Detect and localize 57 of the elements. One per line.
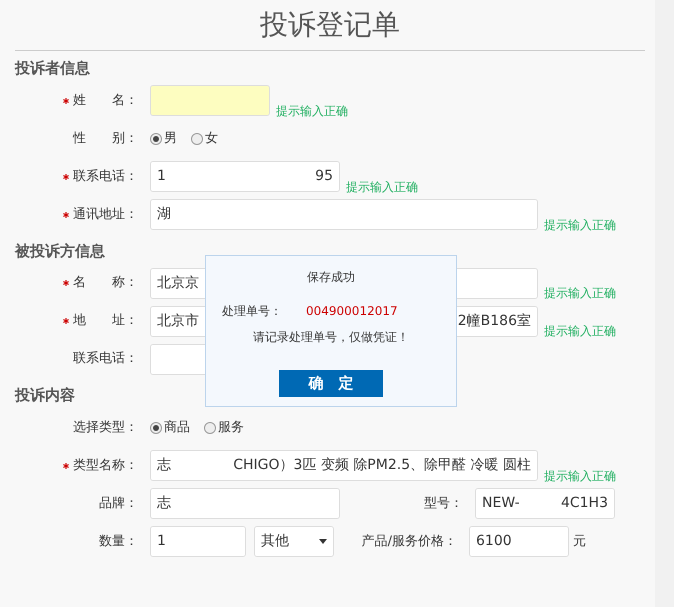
- section-title: 投诉内容: [15, 385, 76, 406]
- select-value: 其他: [261, 532, 289, 551]
- input-field[interactable]: 志: [150, 488, 340, 519]
- select-field[interactable]: 其他: [254, 526, 334, 557]
- dialog-title: 保存成功: [306, 269, 356, 286]
- input-field[interactable]: 1 95: [150, 161, 340, 192]
- field-value: 1: [157, 167, 166, 186]
- radio-option[interactable]: 女: [191, 128, 218, 148]
- input-field[interactable]: 1: [150, 526, 246, 557]
- unit-label: 元: [573, 532, 586, 551]
- field-value: 2幢B186室: [458, 312, 531, 330]
- tracking-number: 004900012017: [306, 303, 398, 320]
- radio-option[interactable]: 服务: [204, 418, 244, 438]
- field-label: 产品/服务价格：: [362, 532, 457, 551]
- field-label: 联系电话：: [73, 168, 138, 186]
- section-title: 投诉者信息: [15, 58, 91, 79]
- dialog-message: 请记录处理单号，仅做凭证！: [252, 329, 410, 346]
- field-label: 数量：: [99, 532, 138, 551]
- radio-option[interactable]: 男: [150, 128, 177, 148]
- hint-text: 提示输入正确: [544, 285, 616, 302]
- input-field[interactable]: 湖: [150, 199, 538, 230]
- field-value: 志: [157, 456, 171, 475]
- field-label: 联系电话：: [73, 350, 138, 368]
- field-value: 湖: [157, 205, 171, 224]
- field-value: 志: [157, 494, 171, 513]
- page-title: 投诉登记单: [15, 0, 645, 51]
- field-label: 型号：: [424, 494, 463, 513]
- input-field[interactable]: 志 CHIGO）3匹 变频 除PM2.5、除甲醛 冷暖 圆柱: [150, 450, 538, 481]
- field-label: 姓 名：: [73, 92, 138, 110]
- field-value: CHIGO）3匹 变频 除PM2.5、除甲醛 冷暖 圆柱: [233, 456, 531, 475]
- field-label: 性 别：: [73, 130, 138, 148]
- field-label: 品牌：: [99, 494, 138, 513]
- field-label: 地 址：: [73, 312, 138, 330]
- field-value: 北京京: [157, 274, 199, 292]
- field-value: 1: [157, 532, 166, 551]
- field-value: 4C1H3: [560, 494, 608, 513]
- confirm-button[interactable]: 确 定: [279, 370, 383, 397]
- caret-icon: [319, 539, 327, 544]
- radio-option[interactable]: 商品: [150, 418, 190, 438]
- hint-text: 提示输入正确: [346, 178, 418, 196]
- field-value: 6100: [476, 532, 512, 551]
- field-value: 95: [315, 167, 333, 186]
- hint-text: 提示输入正确: [276, 102, 348, 120]
- section-title: 被投诉方信息: [15, 240, 106, 262]
- input-field[interactable]: 6100: [469, 526, 569, 557]
- number-label: 处理单号：: [222, 303, 282, 320]
- hint-text: 提示输入正确: [544, 468, 616, 484]
- field-label: 类型名称：: [73, 456, 138, 475]
- field-value: 北京市: [157, 312, 199, 330]
- field-label: 通讯地址：: [73, 206, 138, 224]
- input-field[interactable]: NEW- 4C1H3: [475, 488, 615, 519]
- hint-text: 提示输入正确: [544, 323, 616, 340]
- field-label: 名 称：: [73, 274, 138, 292]
- field-label: 选择类型：: [73, 418, 138, 437]
- hint-text: 提示输入正确: [544, 216, 616, 234]
- input-field[interactable]: [150, 85, 270, 116]
- field-value: NEW-: [482, 494, 520, 513]
